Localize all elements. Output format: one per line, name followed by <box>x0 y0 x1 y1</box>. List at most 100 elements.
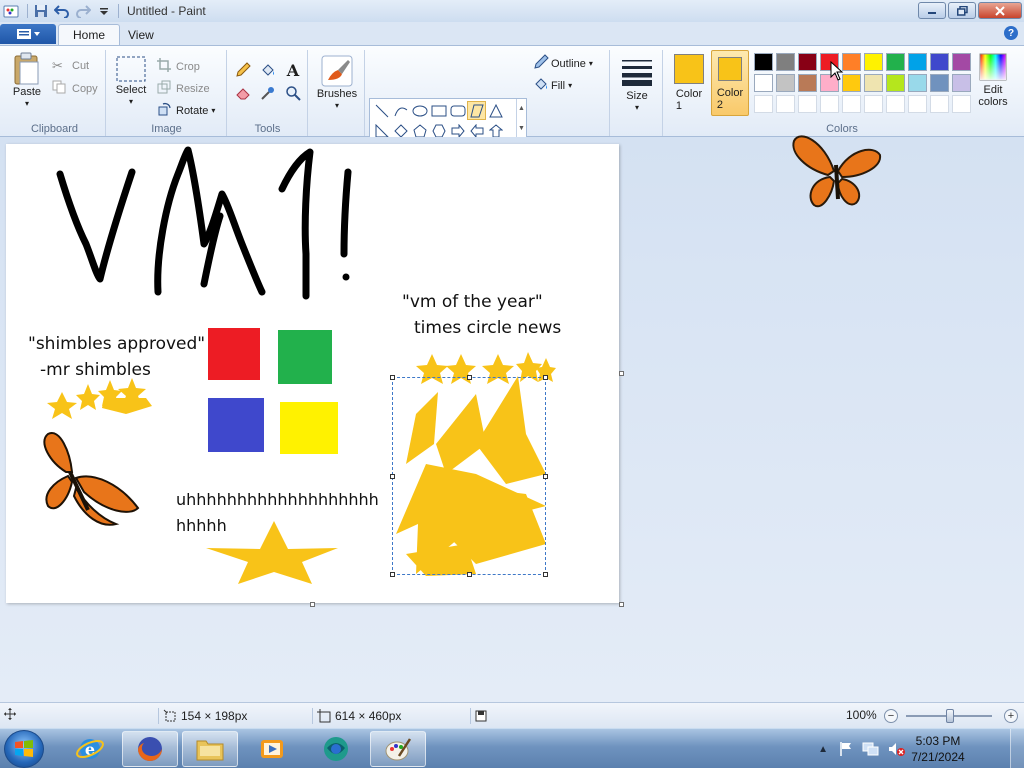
scroll-down-icon[interactable]: ▼ <box>518 125 525 132</box>
eraser-icon[interactable] <box>232 83 254 103</box>
selection-rectangle[interactable] <box>390 375 548 577</box>
palette-swatch[interactable] <box>754 95 773 113</box>
magnifier-icon[interactable] <box>282 83 304 103</box>
selection-handle[interactable] <box>467 375 472 380</box>
redo-icon[interactable] <box>74 2 92 20</box>
palette-swatch[interactable] <box>886 53 905 71</box>
restore-button[interactable] <box>948 2 976 19</box>
show-desktop-button[interactable] <box>1010 729 1024 768</box>
palette-swatch[interactable] <box>842 74 861 92</box>
network-icon[interactable] <box>862 741 880 757</box>
outline-button[interactable]: Outline ▾ <box>533 54 593 73</box>
help-icon[interactable]: ? <box>1004 26 1018 40</box>
palette-swatch[interactable] <box>864 74 883 92</box>
color1-button[interactable]: Color 1 <box>670 50 708 114</box>
edit-colors-button[interactable]: Edit colors <box>974 52 1012 108</box>
fill-bucket-icon[interactable] <box>257 60 279 80</box>
palette-swatch[interactable] <box>908 95 927 113</box>
taskbar-media-player[interactable] <box>244 731 300 767</box>
copy-button[interactable]: Copy <box>52 80 98 97</box>
action-center-flag-icon[interactable] <box>838 741 854 757</box>
palette-swatch[interactable] <box>798 53 817 71</box>
curve-shape-icon[interactable] <box>391 101 410 120</box>
fill-button[interactable]: Fill ▾ <box>533 76 572 95</box>
selection-handle[interactable] <box>543 474 548 479</box>
drawing-canvas[interactable]: "shimbles approved" -mr shimbles "vm of … <box>6 144 619 603</box>
volume-muted-icon[interactable] <box>888 741 906 757</box>
window-controls <box>916 2 1022 19</box>
palette-swatch[interactable] <box>908 53 927 71</box>
palette-swatch[interactable] <box>776 95 795 113</box>
palette-swatch[interactable] <box>930 74 949 92</box>
taskbar-file-explorer[interactable] <box>182 731 238 767</box>
paint-app-icon[interactable] <box>2 2 20 20</box>
paste-button[interactable]: Paste ▾ <box>8 52 46 110</box>
rectangle-shape-icon[interactable] <box>429 101 448 120</box>
minimize-button[interactable] <box>918 2 946 19</box>
palette-swatch[interactable] <box>820 95 839 113</box>
palette-swatch[interactable] <box>886 74 905 92</box>
text-tool-icon[interactable]: A <box>282 60 304 80</box>
size-button[interactable]: Size ▾ <box>617 56 657 114</box>
crop-button[interactable]: Crop <box>157 58 200 75</box>
selection-handle[interactable] <box>467 572 472 577</box>
line-shape-icon[interactable] <box>372 101 391 120</box>
palette-swatch[interactable] <box>952 53 971 71</box>
triangle-shape-icon[interactable] <box>486 101 505 120</box>
rotate-button[interactable]: Rotate ▾ <box>157 102 215 119</box>
taskbar-app-globe[interactable] <box>308 731 364 767</box>
zoom-level-text: 100% <box>846 708 877 722</box>
scroll-up-icon[interactable]: ▲ <box>518 105 525 112</box>
selection-handle[interactable] <box>390 572 395 577</box>
zoom-in-button[interactable]: + <box>1004 709 1018 723</box>
taskbar-firefox[interactable] <box>122 731 178 767</box>
palette-swatch[interactable] <box>908 74 927 92</box>
tab-home[interactable]: Home <box>58 24 121 45</box>
palette-swatch[interactable] <box>842 53 861 71</box>
canvas-resize-handle-right[interactable] <box>619 371 624 376</box>
palette-swatch[interactable] <box>798 95 817 113</box>
polygon-shape-icon[interactable] <box>467 101 486 120</box>
save-icon[interactable] <box>32 2 50 20</box>
pencil-icon[interactable] <box>232 60 254 80</box>
palette-swatch[interactable] <box>930 53 949 71</box>
resize-button[interactable]: Resize <box>157 80 210 97</box>
color2-button[interactable]: Color 2 <box>711 50 749 116</box>
canvas-resize-handle-corner[interactable] <box>619 602 624 607</box>
start-button[interactable] <box>4 730 44 768</box>
color-picker-icon[interactable] <box>257 83 279 103</box>
palette-swatch[interactable] <box>754 53 773 71</box>
selection-handle[interactable] <box>543 375 548 380</box>
selection-handle[interactable] <box>543 572 548 577</box>
paint-menu-button[interactable] <box>0 24 56 44</box>
taskbar-clock[interactable]: 5:03 PM 7/21/2024 <box>908 733 968 765</box>
taskbar-paint[interactable] <box>370 731 426 767</box>
customize-toolbar-icon[interactable] <box>95 2 113 20</box>
palette-swatch[interactable] <box>886 95 905 113</box>
tab-view[interactable]: View <box>114 24 168 45</box>
palette-swatch[interactable] <box>952 74 971 92</box>
taskbar-internet-explorer[interactable]: e <box>62 731 118 767</box>
undo-icon[interactable] <box>53 2 71 20</box>
palette-swatch[interactable] <box>930 95 949 113</box>
palette-swatch[interactable] <box>842 95 861 113</box>
zoom-slider-thumb[interactable] <box>946 709 954 723</box>
palette-swatch[interactable] <box>798 74 817 92</box>
palette-swatch[interactable] <box>754 74 773 92</box>
palette-swatch[interactable] <box>952 95 971 113</box>
show-hidden-icons-icon[interactable]: ▲ <box>818 744 828 755</box>
selection-handle[interactable] <box>390 474 395 479</box>
close-button[interactable] <box>978 2 1022 19</box>
palette-swatch[interactable] <box>864 95 883 113</box>
rounded-rectangle-shape-icon[interactable] <box>448 101 467 120</box>
canvas-resize-handle-bottom[interactable] <box>310 602 315 607</box>
oval-shape-icon[interactable] <box>410 101 429 120</box>
selection-handle[interactable] <box>390 375 395 380</box>
select-button[interactable]: Select ▾ <box>111 54 151 108</box>
palette-swatch[interactable] <box>776 74 795 92</box>
zoom-out-button[interactable]: − <box>884 709 898 723</box>
cut-button[interactable]: ✂ Cut <box>52 58 89 74</box>
palette-swatch[interactable] <box>864 53 883 71</box>
palette-swatch[interactable] <box>776 53 795 71</box>
brushes-button[interactable]: Brushes ▾ <box>313 54 361 112</box>
